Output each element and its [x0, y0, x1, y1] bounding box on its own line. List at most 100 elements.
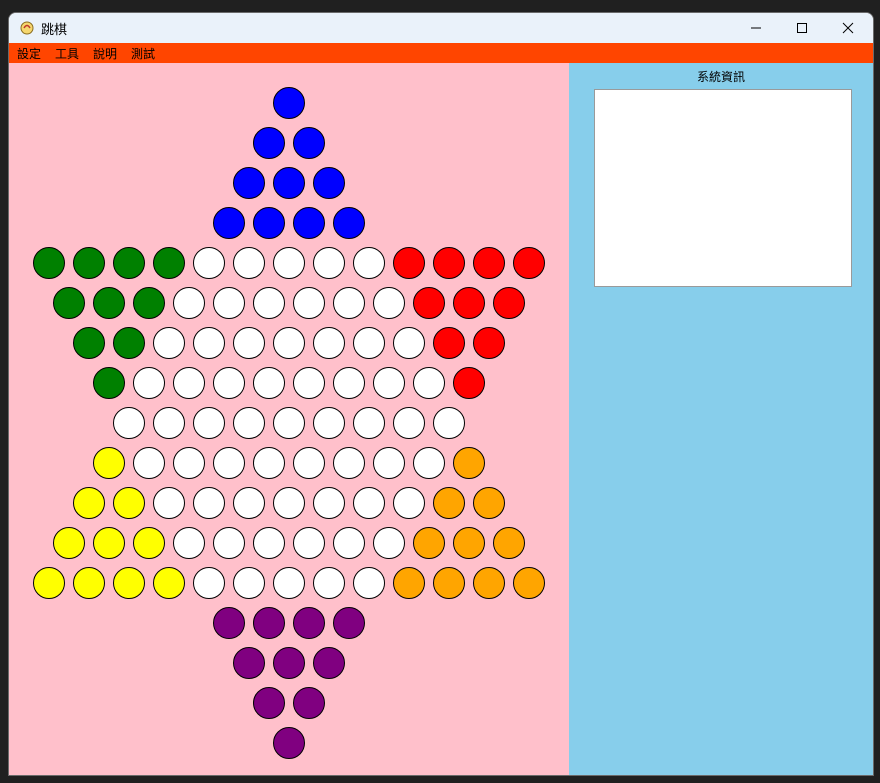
- purple-marble[interactable]: [333, 607, 365, 639]
- empty-hole[interactable]: [333, 287, 365, 319]
- empty-hole[interactable]: [293, 367, 325, 399]
- yellow-marble[interactable]: [73, 487, 105, 519]
- close-button[interactable]: [825, 13, 871, 43]
- green-marble[interactable]: [113, 327, 145, 359]
- red-marble[interactable]: [493, 287, 525, 319]
- blue-marble[interactable]: [213, 207, 245, 239]
- empty-hole[interactable]: [233, 487, 265, 519]
- orange-marble[interactable]: [453, 447, 485, 479]
- green-marble[interactable]: [93, 287, 125, 319]
- orange-marble[interactable]: [393, 567, 425, 599]
- empty-hole[interactable]: [213, 287, 245, 319]
- empty-hole[interactable]: [293, 447, 325, 479]
- empty-hole[interactable]: [293, 527, 325, 559]
- empty-hole[interactable]: [193, 567, 225, 599]
- empty-hole[interactable]: [253, 287, 285, 319]
- empty-hole[interactable]: [273, 247, 305, 279]
- red-marble[interactable]: [433, 327, 465, 359]
- empty-hole[interactable]: [373, 367, 405, 399]
- board-canvas[interactable]: [9, 63, 569, 775]
- menu-help[interactable]: 說明: [93, 45, 117, 62]
- empty-hole[interactable]: [193, 327, 225, 359]
- empty-hole[interactable]: [233, 247, 265, 279]
- empty-hole[interactable]: [313, 407, 345, 439]
- empty-hole[interactable]: [153, 327, 185, 359]
- empty-hole[interactable]: [353, 567, 385, 599]
- empty-hole[interactable]: [273, 487, 305, 519]
- empty-hole[interactable]: [233, 567, 265, 599]
- red-marble[interactable]: [453, 287, 485, 319]
- empty-hole[interactable]: [253, 447, 285, 479]
- blue-marble[interactable]: [233, 167, 265, 199]
- maximize-button[interactable]: [779, 13, 825, 43]
- purple-marble[interactable]: [253, 607, 285, 639]
- purple-marble[interactable]: [233, 647, 265, 679]
- empty-hole[interactable]: [173, 367, 205, 399]
- orange-marble[interactable]: [433, 567, 465, 599]
- minimize-button[interactable]: [733, 13, 779, 43]
- empty-hole[interactable]: [173, 287, 205, 319]
- orange-marble[interactable]: [433, 487, 465, 519]
- empty-hole[interactable]: [253, 527, 285, 559]
- blue-marble[interactable]: [273, 167, 305, 199]
- green-marble[interactable]: [33, 247, 65, 279]
- empty-hole[interactable]: [333, 447, 365, 479]
- empty-hole[interactable]: [353, 327, 385, 359]
- yellow-marble[interactable]: [93, 447, 125, 479]
- yellow-marble[interactable]: [153, 567, 185, 599]
- empty-hole[interactable]: [393, 407, 425, 439]
- purple-marble[interactable]: [213, 607, 245, 639]
- orange-marble[interactable]: [453, 527, 485, 559]
- title-bar[interactable]: 跳棋: [9, 13, 873, 43]
- empty-hole[interactable]: [333, 367, 365, 399]
- orange-marble[interactable]: [513, 567, 545, 599]
- empty-hole[interactable]: [413, 367, 445, 399]
- empty-hole[interactable]: [213, 367, 245, 399]
- empty-hole[interactable]: [173, 527, 205, 559]
- green-marble[interactable]: [53, 287, 85, 319]
- empty-hole[interactable]: [333, 527, 365, 559]
- empty-hole[interactable]: [313, 567, 345, 599]
- yellow-marble[interactable]: [93, 527, 125, 559]
- orange-marble[interactable]: [493, 527, 525, 559]
- empty-hole[interactable]: [213, 527, 245, 559]
- empty-hole[interactable]: [393, 487, 425, 519]
- empty-hole[interactable]: [233, 327, 265, 359]
- blue-marble[interactable]: [313, 167, 345, 199]
- empty-hole[interactable]: [173, 447, 205, 479]
- orange-marble[interactable]: [473, 487, 505, 519]
- yellow-marble[interactable]: [73, 567, 105, 599]
- purple-marble[interactable]: [253, 687, 285, 719]
- red-marble[interactable]: [473, 247, 505, 279]
- yellow-marble[interactable]: [33, 567, 65, 599]
- empty-hole[interactable]: [133, 367, 165, 399]
- menu-tools[interactable]: 工具: [55, 45, 79, 62]
- empty-hole[interactable]: [313, 487, 345, 519]
- red-marble[interactable]: [513, 247, 545, 279]
- empty-hole[interactable]: [353, 407, 385, 439]
- red-marble[interactable]: [393, 247, 425, 279]
- empty-hole[interactable]: [193, 407, 225, 439]
- info-textbox[interactable]: [594, 89, 852, 287]
- green-marble[interactable]: [133, 287, 165, 319]
- empty-hole[interactable]: [153, 407, 185, 439]
- yellow-marble[interactable]: [113, 567, 145, 599]
- blue-marble[interactable]: [293, 207, 325, 239]
- purple-marble[interactable]: [273, 647, 305, 679]
- empty-hole[interactable]: [113, 407, 145, 439]
- empty-hole[interactable]: [273, 327, 305, 359]
- blue-marble[interactable]: [253, 127, 285, 159]
- red-marble[interactable]: [413, 287, 445, 319]
- red-marble[interactable]: [453, 367, 485, 399]
- empty-hole[interactable]: [313, 247, 345, 279]
- red-marble[interactable]: [433, 247, 465, 279]
- empty-hole[interactable]: [253, 367, 285, 399]
- empty-hole[interactable]: [153, 487, 185, 519]
- yellow-marble[interactable]: [133, 527, 165, 559]
- orange-marble[interactable]: [413, 527, 445, 559]
- purple-marble[interactable]: [273, 727, 305, 759]
- green-marble[interactable]: [73, 247, 105, 279]
- purple-marble[interactable]: [313, 647, 345, 679]
- empty-hole[interactable]: [373, 527, 405, 559]
- empty-hole[interactable]: [193, 487, 225, 519]
